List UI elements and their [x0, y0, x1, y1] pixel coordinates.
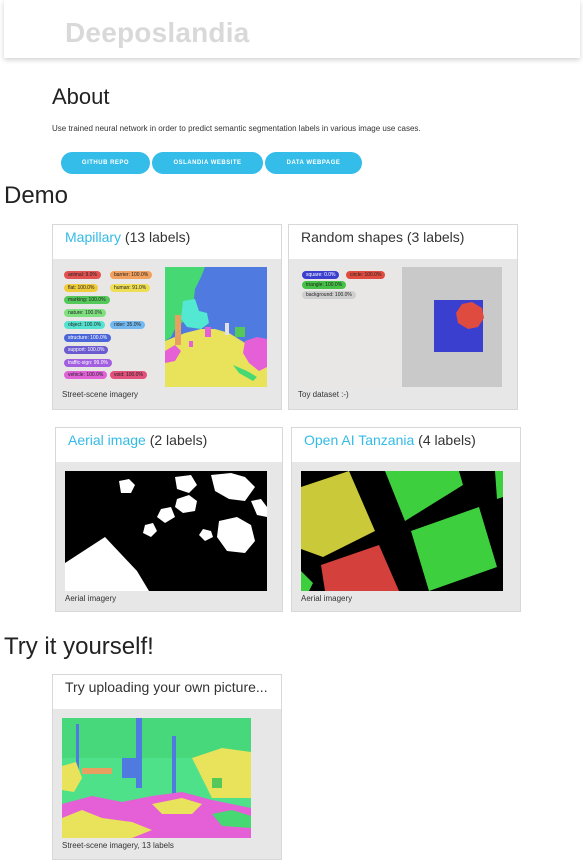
legend-tag: human: 91.0%	[110, 283, 151, 292]
random-shapes-card[interactable]: Random shapes (3 labels) square: 0.0% cir…	[288, 224, 518, 410]
brand-logo[interactable]: Deeposlandia	[65, 17, 249, 49]
legend-tag: rider: 35.0%	[110, 321, 145, 329]
open-ai-tanzania-card[interactable]: Open AI Tanzania (4 labels) Aerial image…	[291, 427, 521, 612]
card-header: Mapillary (13 labels)	[53, 225, 281, 259]
label-count: (2 labels)	[145, 432, 208, 448]
upload-card-header[interactable]: Try uploading your own picture...	[53, 675, 281, 709]
legend-tag: square: 0.0%	[302, 271, 340, 279]
data-webpage-button[interactable]: Data webpage	[265, 152, 362, 174]
shapes-image	[402, 267, 502, 387]
label-count: (13 labels)	[121, 229, 191, 245]
upload-card[interactable]: Try uploading your own picture... Street…	[52, 674, 282, 860]
legend-tag: flat: 100.0%	[64, 283, 99, 292]
card-caption: Street-scene imagery	[62, 390, 139, 399]
card-header[interactable]: Random shapes (3 labels)	[289, 225, 517, 259]
legend-tag: marking: 100.0%	[64, 296, 110, 304]
card-header: Open AI Tanzania (4 labels)	[292, 428, 520, 462]
aerial-mask-image	[65, 471, 267, 591]
card-caption: Street-scene imagery, 13 labels	[62, 841, 174, 850]
upload-result-image	[62, 718, 251, 838]
legend-tag: triangle: 100.0%	[302, 281, 347, 289]
mapillary-link[interactable]: Mapillary	[65, 229, 121, 245]
navbar: Deeposlandia	[4, 0, 580, 58]
legend-tag: object: 100.0%	[64, 321, 106, 329]
legend-tag: vehicle: 100.0%	[64, 371, 108, 379]
demo-heading: Demo	[4, 182, 69, 209]
legend-tag: support: 100.0%	[64, 346, 109, 354]
tanzania-mask-image	[301, 471, 503, 591]
legend-tag: nature: 100.0%	[64, 308, 106, 317]
legend-tag: background: 100.0%	[302, 291, 356, 299]
card-caption: Aerial imagery	[301, 594, 353, 603]
open-ai-tanzania-link[interactable]: Open AI Tanzania	[304, 432, 414, 448]
label-legend: square: 0.0% circle: 100.0% triangle: 100.…	[298, 267, 400, 387]
label-count: (4 labels)	[414, 432, 476, 448]
card-caption: Toy dataset :-)	[298, 390, 349, 399]
about-heading: About	[52, 84, 110, 109]
try-heading: Try it yourself!	[4, 633, 154, 660]
card-caption: Aerial imagery	[65, 594, 117, 603]
about-description: Use trained neural network in order to p…	[52, 124, 421, 133]
legend-tag: barrier: 100.0%	[110, 271, 153, 279]
label-legend: animal: 9.0% barrier: 100.0% flat: 100.0% h…	[62, 267, 158, 387]
legend-tag: void: 100.0%	[110, 371, 147, 379]
legend-tag: traffic-sign: 99.0%	[64, 358, 112, 367]
legend-tag: structure: 100.0%	[64, 333, 112, 342]
oslandia-website-button[interactable]: Oslandia website	[152, 152, 263, 174]
card-header: Aerial image (2 labels)	[56, 428, 282, 462]
legend-tag: animal: 9.0%	[64, 271, 101, 279]
aerial-image-card[interactable]: Aerial image (2 labels) Aerial imagery	[55, 427, 283, 612]
mapillary-card[interactable]: Mapillary (13 labels) animal: 9.0% barrie…	[52, 224, 282, 410]
github-repo-button[interactable]: Github repo	[61, 152, 150, 174]
segmentation-image	[165, 267, 267, 387]
aerial-image-link[interactable]: Aerial image	[68, 432, 146, 448]
legend-tag: circle: 100.0%	[346, 271, 386, 279]
